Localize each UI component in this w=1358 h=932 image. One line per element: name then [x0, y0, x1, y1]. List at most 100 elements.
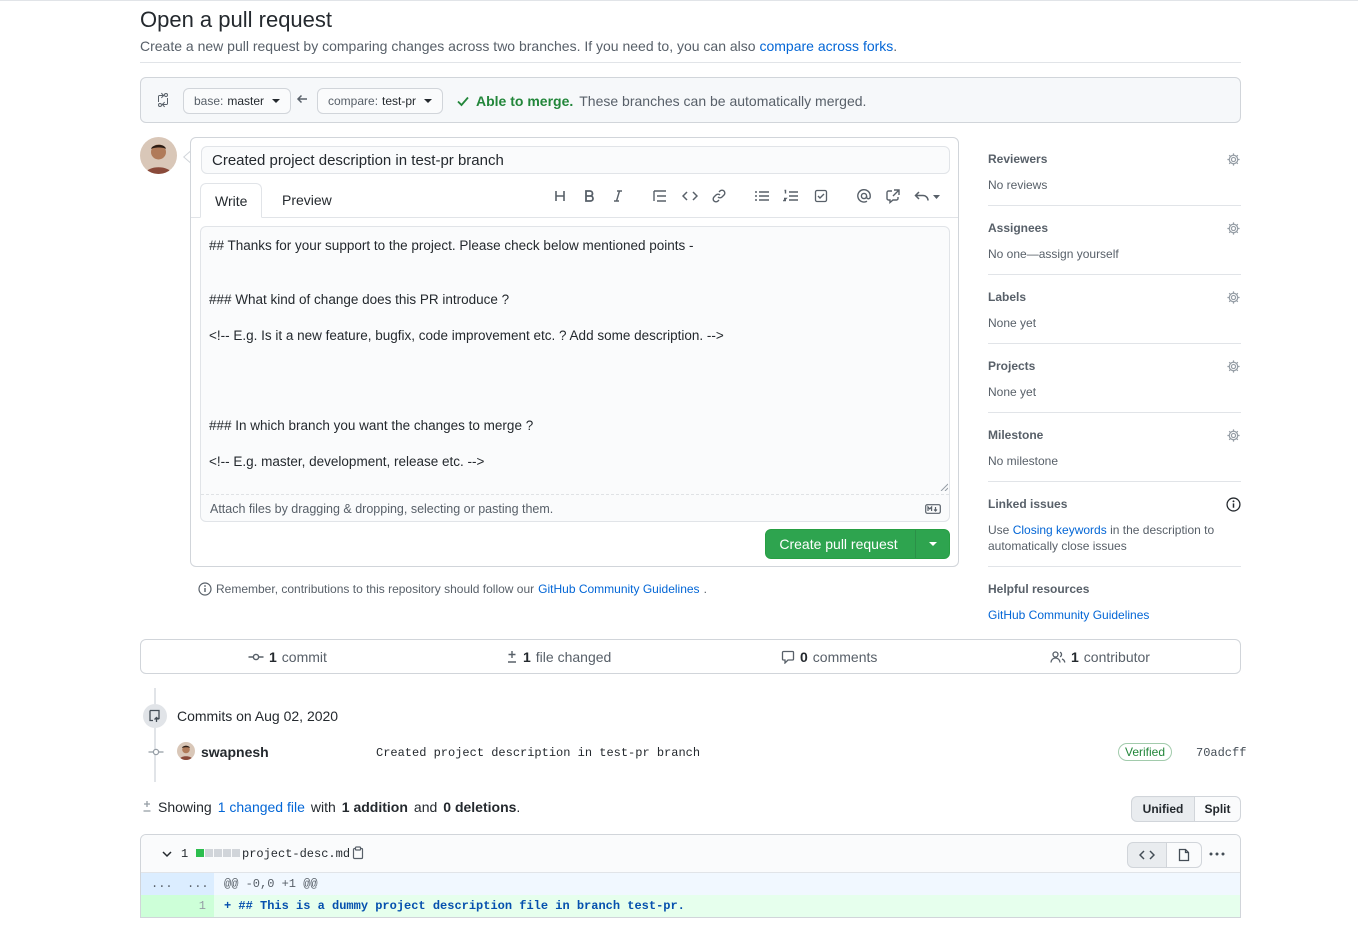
italic-icon[interactable] [608, 186, 628, 206]
sidebar-milestone[interactable]: Milestone No milestone [988, 428, 1241, 469]
commit-message-link[interactable]: Created project description in test-pr b… [376, 746, 700, 760]
code-icon[interactable] [680, 186, 700, 206]
diff-change-count: 1 [181, 847, 189, 861]
pr-body-textarea[interactable]: ## Thanks for your support to the projec… [200, 226, 950, 522]
sidebar-projects[interactable]: Projects None yet [988, 359, 1241, 400]
markdown-icon[interactable] [925, 503, 941, 515]
sidebar-assignees[interactable]: Assignees No one—assign yourself [988, 221, 1241, 262]
mention-icon[interactable] [854, 186, 874, 206]
divider [140, 62, 1241, 63]
info-icon [198, 582, 212, 596]
copy-icon[interactable] [352, 846, 364, 860]
tasklist-icon[interactable] [811, 186, 831, 206]
comments-count[interactable]: 0 comments [781, 649, 877, 665]
cross-reference-icon[interactable] [883, 186, 903, 206]
file-icon [1178, 848, 1190, 862]
range-editor: base: master compare: test-pr Able to me… [140, 77, 1241, 123]
quote-icon[interactable] [650, 186, 670, 206]
resize-handle[interactable] [940, 483, 948, 491]
tab-write[interactable]: Write [200, 183, 263, 218]
code-icon [1139, 848, 1155, 862]
file-header: 1 project-desc.md [141, 835, 1240, 873]
avatar[interactable] [177, 742, 195, 760]
git-compare-icon [155, 92, 171, 108]
sidebar-divider [988, 566, 1241, 567]
gear-icon[interactable] [1226, 221, 1241, 236]
caret-down-icon [272, 99, 281, 103]
sidebar-divider [988, 481, 1241, 482]
display-source-button[interactable] [1127, 842, 1167, 868]
file-name-link[interactable]: project-desc.md [242, 847, 350, 861]
info-icon[interactable] [1226, 497, 1241, 512]
top-border [0, 0, 1358, 1]
diff-icon [142, 800, 152, 814]
gear-icon[interactable] [1226, 290, 1241, 305]
arrow-left-icon [295, 92, 309, 106]
base-branch-button[interactable]: base: master [183, 88, 292, 114]
kebab-icon[interactable] [1209, 852, 1225, 856]
commit-author-link[interactable]: swapnesh [201, 744, 269, 760]
link-icon[interactable] [709, 186, 729, 206]
file-diff: 1 project-desc.md ... ... @@ -0,0 +1 @@ … [140, 834, 1241, 918]
sidebar-reviewers[interactable]: Reviewers No reviews [988, 152, 1241, 193]
page-subtitle: Create a new pull request by comparing c… [140, 38, 898, 54]
changed-file-link[interactable]: 1 changed file [218, 799, 305, 815]
list-ordered-icon[interactable] [781, 186, 801, 206]
display-rich-diff-button[interactable] [1166, 842, 1202, 868]
line-number[interactable]: 1 [141, 895, 214, 917]
check-icon [456, 94, 470, 108]
create-pull-request-button[interactable]: Create pull request [765, 529, 950, 559]
files-changed-count[interactable]: 1 file changed [506, 649, 611, 665]
contribution-reminder: Remember, contributions to this reposito… [198, 582, 707, 596]
commits-count[interactable]: 1 commit [248, 649, 327, 665]
expand-lines-button[interactable]: ... ... [141, 873, 214, 895]
compare-branch-button[interactable]: compare: test-pr [317, 88, 444, 114]
chevron-down-icon[interactable] [161, 848, 173, 860]
commit-sha-link[interactable]: 70adcff [1196, 746, 1246, 760]
diff-icon [506, 650, 518, 664]
closing-keywords-link[interactable]: Closing keywords [1013, 523, 1107, 537]
reply-icon[interactable] [913, 186, 943, 206]
compare-across-forks-link[interactable]: compare across forks [759, 38, 893, 54]
heading-icon[interactable] [550, 186, 570, 206]
split-view-button[interactable]: Split [1194, 796, 1241, 822]
pr-body-text[interactable]: ## Thanks for your support to the projec… [209, 237, 939, 471]
editor-line: ### In which branch you want the changes… [209, 418, 534, 433]
unified-view-button[interactable]: Unified [1131, 796, 1195, 822]
sidebar-divider [988, 274, 1241, 275]
contributors-count[interactable]: 1 contributor [1050, 649, 1150, 665]
editor-line: ## Thanks for your support to the projec… [209, 238, 694, 253]
gear-icon[interactable] [1226, 359, 1241, 374]
commit-icon [248, 651, 264, 663]
sidebar-linked-issues: Linked issues Use Closing keywords in th… [988, 497, 1241, 554]
pr-title-input[interactable] [201, 146, 950, 174]
editor-line: <!-- E.g. master, development, release e… [209, 454, 485, 469]
sidebar-labels[interactable]: Labels None yet [988, 290, 1241, 331]
avatar[interactable] [140, 137, 177, 174]
list-unordered-icon[interactable] [752, 186, 772, 206]
gear-icon[interactable] [1226, 428, 1241, 443]
tab-preview[interactable]: Preview [268, 183, 346, 218]
caret-down-icon [928, 542, 937, 546]
diff-added-line: 1 + ## This is a dummy project descripti… [141, 895, 1240, 917]
verified-badge[interactable]: Verified [1118, 743, 1173, 761]
repo-push-icon [143, 704, 167, 728]
commit-row: swapnesh Created project description in … [146, 741, 1246, 763]
community-guidelines-link[interactable]: GitHub Community Guidelines [538, 582, 699, 596]
compose-box: Write Preview ## Thanks for your support… [190, 137, 959, 567]
pr-stats-bar: 1 commit 1 file changed 0 comments 1 contrib… [140, 639, 1241, 674]
people-icon [1050, 650, 1066, 664]
bold-icon[interactable] [579, 186, 599, 206]
gear-icon[interactable] [1226, 152, 1241, 167]
community-guidelines-link[interactable]: GitHub Community Guidelines [988, 608, 1149, 622]
comment-icon [781, 650, 795, 664]
page-title: Open a pull request [140, 7, 333, 32]
diff-summary: Showing 1 changed file with 1 addition a… [142, 799, 520, 815]
attach-files-hint[interactable]: Attach files by dragging & dropping, sel… [210, 502, 553, 516]
create-options-dropdown[interactable] [915, 530, 949, 558]
